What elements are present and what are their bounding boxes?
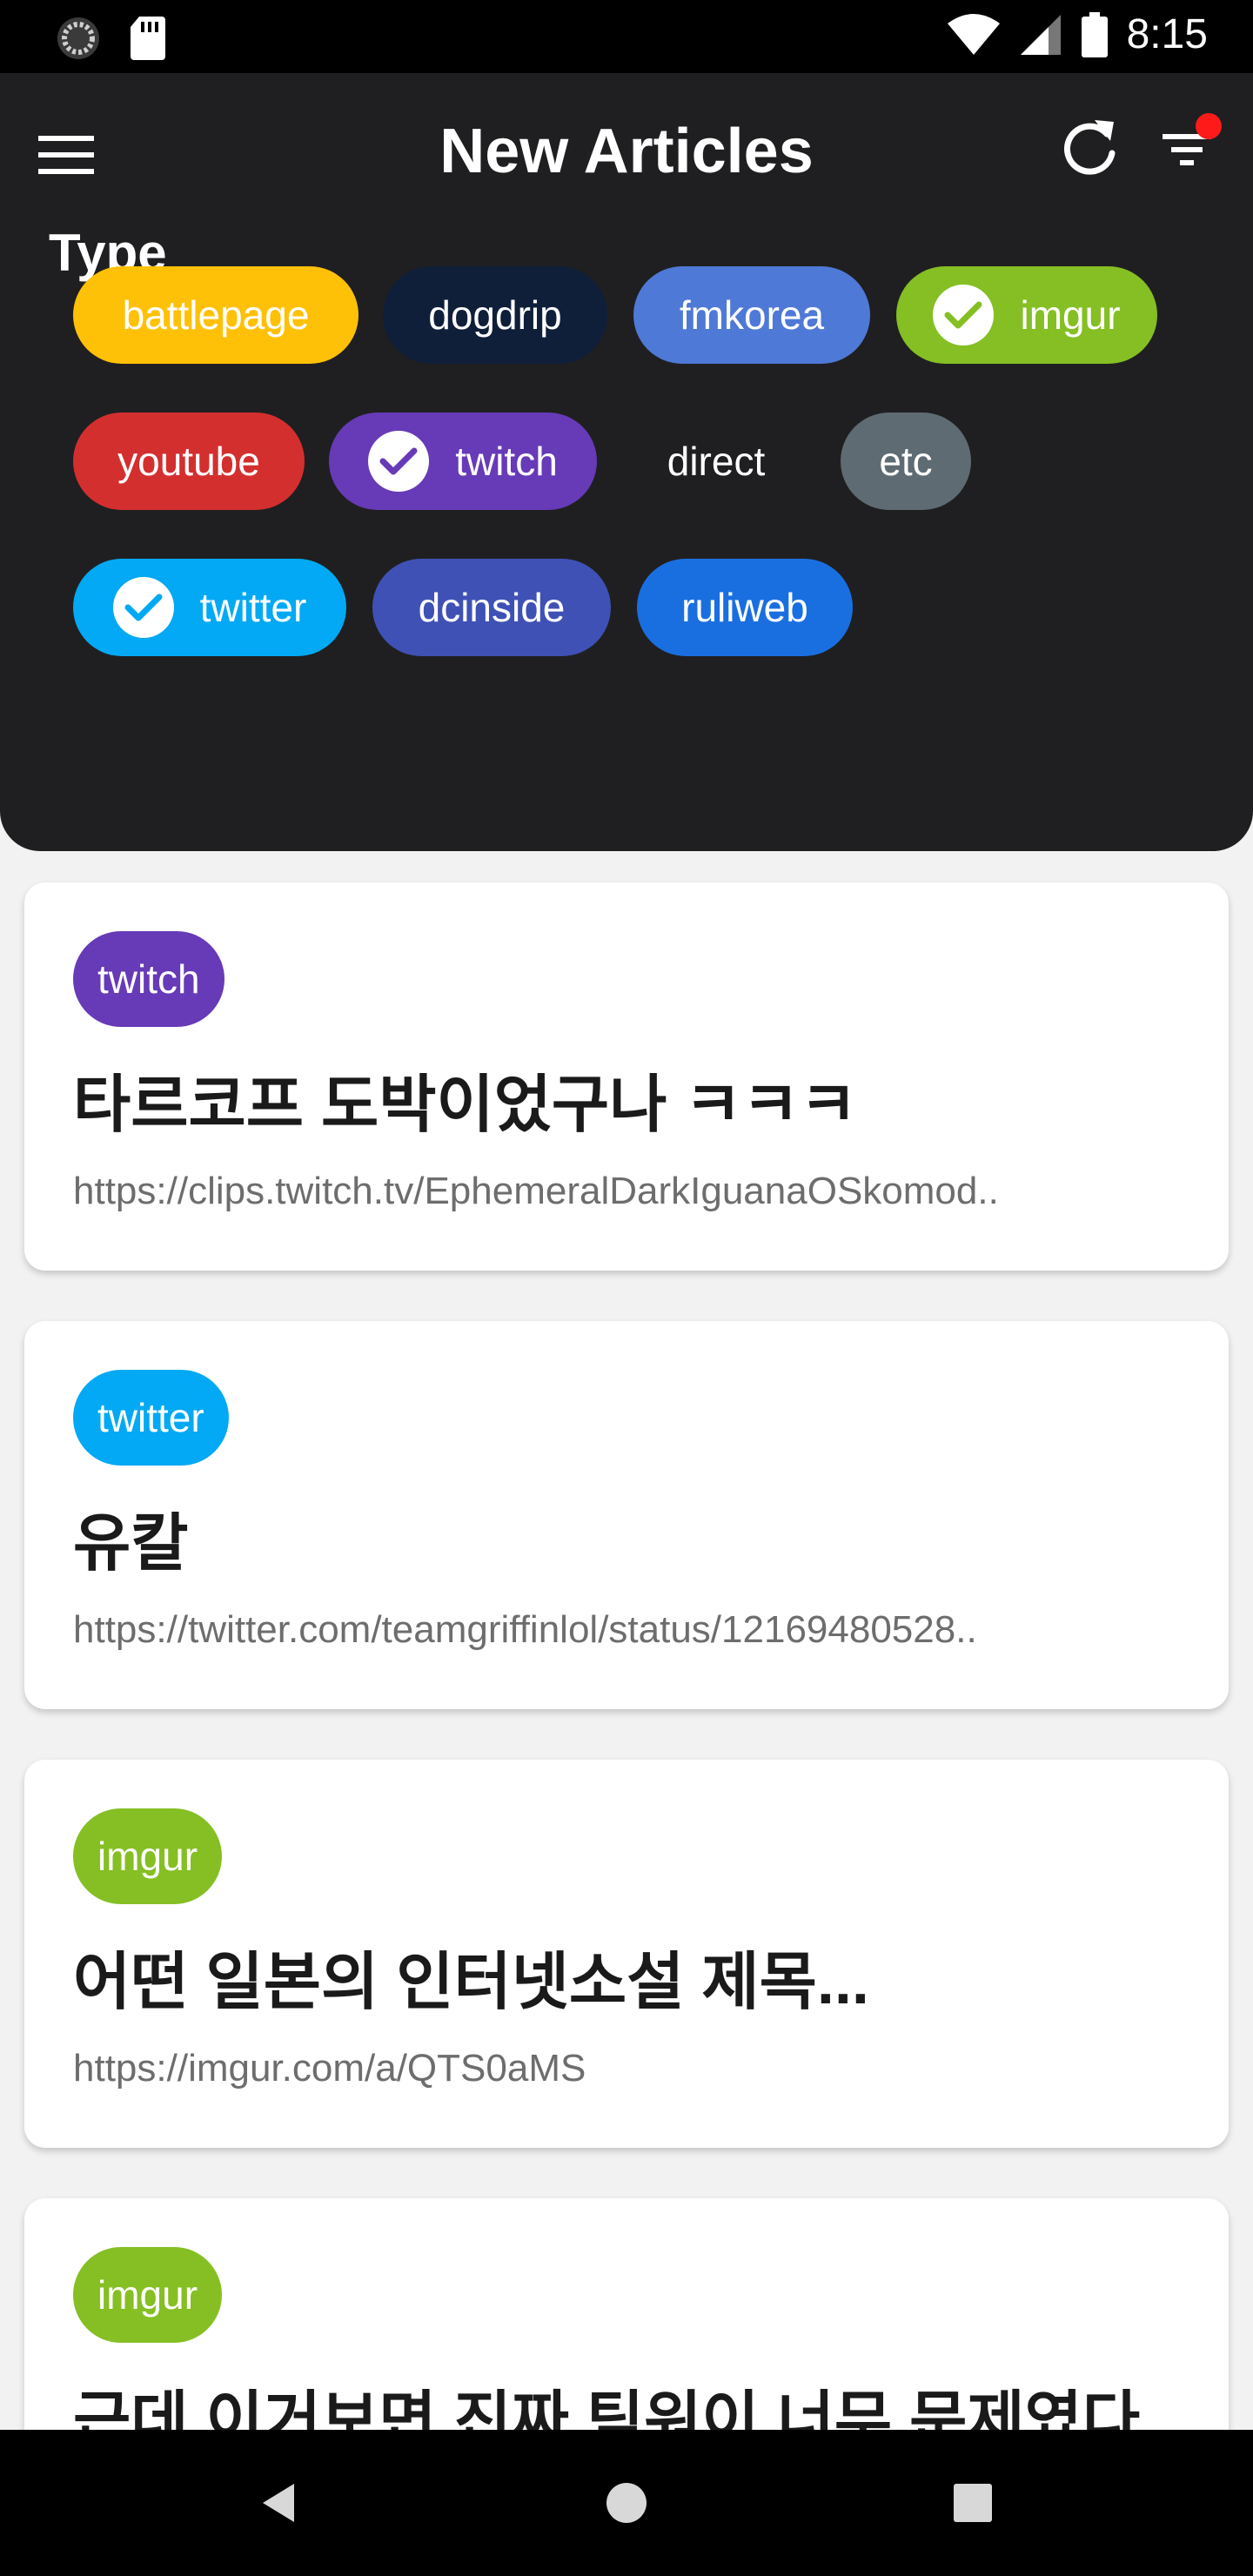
chip-label: imgur — [1020, 292, 1121, 338]
check-icon — [124, 594, 163, 621]
article-title: 유칼 — [73, 1509, 189, 1579]
type-chip-dogdrip[interactable]: dogdrip — [383, 266, 607, 364]
article-title: 타르코프 도박이었구나 ㅋㅋㅋ — [73, 1070, 858, 1140]
navigation-bar — [0, 2430, 1253, 2576]
chip-label: youtube — [117, 439, 260, 484]
back-icon — [263, 2484, 294, 2522]
home-button[interactable] — [592, 2468, 661, 2538]
recents-button[interactable] — [938, 2468, 1008, 2538]
article-source-tag: imgur — [73, 2247, 223, 2343]
article-card[interactable]: twitter 유칼 https://twitter.com/teamgriffin… — [24, 1321, 1229, 1709]
chip-check-badge — [112, 577, 174, 638]
article-title: 어떤 일본의 인터넷소설 제목... — [73, 1948, 869, 2017]
wifi-icon — [947, 13, 1000, 55]
type-chip-twitch[interactable]: twitch — [329, 413, 597, 510]
status-left-icons — [56, 16, 165, 61]
article-source-tag: twitch — [73, 931, 224, 1027]
article-url: https://imgur.com/a/QTS0aMS — [73, 2047, 586, 2090]
chip-label: dogdrip — [428, 292, 562, 338]
sd-card-icon — [131, 17, 165, 60]
chip-label: etc — [879, 439, 933, 484]
refresh-icon — [1063, 120, 1116, 175]
chip-label: battlepage — [122, 292, 310, 338]
battery-icon — [1081, 11, 1108, 57]
check-icon — [379, 447, 418, 475]
filter-header: New Articles Type battlepage dogdrip fmkor… — [0, 73, 1253, 851]
menu-button[interactable] — [38, 127, 94, 183]
article-card[interactable]: twitch 타르코프 도박이었구나 ㅋㅋㅋ https://clips.twitc… — [24, 882, 1229, 1271]
type-chip-twitter[interactable]: twitter — [73, 559, 346, 656]
type-chip-dcinside[interactable]: dcinside — [372, 559, 611, 656]
home-icon — [606, 2483, 647, 2523]
chip-label: dcinside — [418, 585, 566, 630]
signal-icon — [1020, 14, 1061, 55]
type-chip-etc[interactable]: etc — [841, 413, 971, 510]
chip-check-badge — [368, 431, 430, 492]
filter-button[interactable] — [1150, 108, 1227, 184]
back-button[interactable] — [244, 2468, 313, 2538]
type-chip-fmkorea[interactable]: fmkorea — [633, 266, 870, 364]
chip-check-badge — [933, 285, 995, 345]
check-icon — [944, 301, 982, 329]
recents-icon — [954, 2484, 992, 2522]
chip-label: ruliweb — [681, 585, 808, 630]
chip-label: fmkorea — [679, 292, 825, 338]
type-chip-direct[interactable]: direct — [621, 413, 811, 510]
article-url: https://clips.twitch.tv/EphemeralDarkIgu… — [73, 1170, 999, 1212]
article-card[interactable]: imgur 어떤 일본의 인터넷소설 제목... https://imgur.com… — [24, 1760, 1229, 2148]
article-url: https://twitter.com/teamgriffinlol/statu… — [73, 1608, 977, 1651]
type-chip-ruliweb[interactable]: ruliweb — [637, 559, 853, 656]
type-chip-imgur[interactable]: imgur — [896, 266, 1157, 364]
status-bar: 8:15 — [0, 0, 1253, 73]
hamburger-icon — [38, 136, 94, 174]
chip-label: twitch — [455, 439, 558, 484]
status-right-icons: 8:15 — [947, 10, 1208, 58]
chip-label: twitter — [199, 585, 307, 630]
chip-label: direct — [667, 439, 766, 484]
refresh-button[interactable] — [1060, 115, 1119, 181]
status-time: 8:15 — [1126, 11, 1208, 57]
article-source-tag: twitter — [73, 1370, 229, 1466]
type-chip-battlepage[interactable]: battlepage — [73, 266, 358, 364]
type-chip-youtube[interactable]: youtube — [73, 413, 305, 510]
article-source-tag: imgur — [73, 1808, 223, 1904]
notification-dot — [1196, 113, 1222, 139]
sync-status-icon — [57, 17, 99, 59]
